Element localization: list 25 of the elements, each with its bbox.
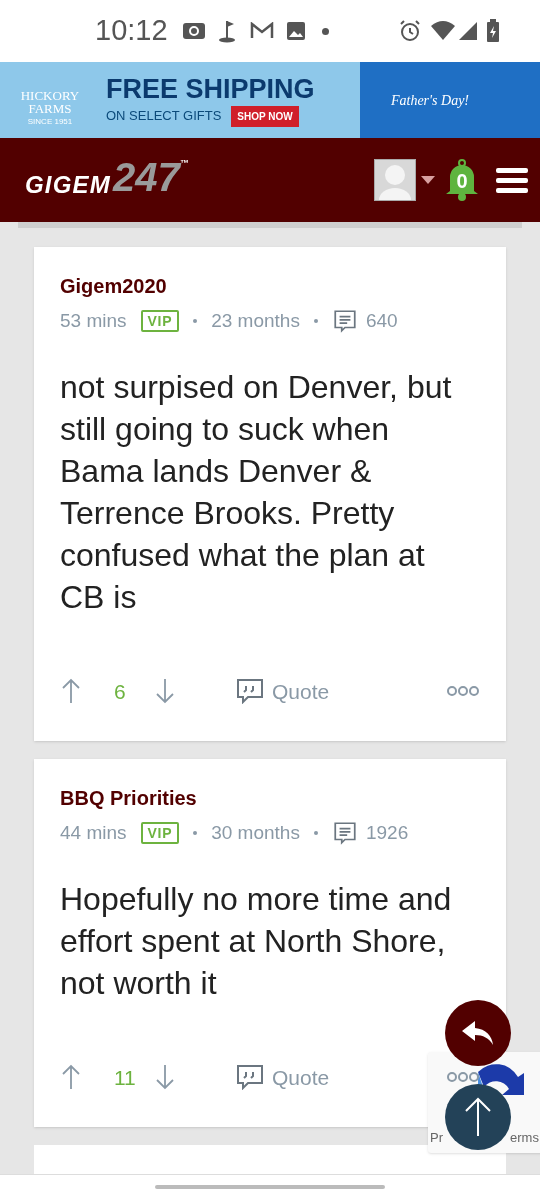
member-tenure: 30 months (211, 821, 300, 845)
brand-since: SINCE 1951 (27, 116, 73, 126)
vote-count: 6 (114, 678, 127, 705)
ad-occasion: Father's Day! (390, 91, 469, 110)
recaptcha-privacy-link[interactable]: Pr (430, 1127, 443, 1147)
author-name[interactable]: Gigem2020 (60, 273, 480, 299)
recaptcha-terms-link[interactable]: erms (510, 1127, 539, 1147)
ad-headline: FREE SHIPPING (106, 73, 316, 104)
member-tenure: 23 months (211, 309, 300, 333)
vote-count: 11 (114, 1064, 137, 1091)
ad-subline: ON SELECT GIFTS (106, 107, 222, 126)
clock: 10:12 (95, 13, 168, 49)
shop-now-button[interactable]: SHOP NOW (231, 105, 299, 127)
brand-name: HICKORY FARMS (19, 88, 81, 115)
post-time: 44 mins (60, 821, 127, 845)
post-count: 1926 (365, 821, 409, 845)
vip-badge: VIP (140, 822, 180, 845)
vip-badge: VIP (140, 310, 180, 333)
ad-banner[interactable]: HICKORY FARMS SINCE 1951 FREE SHIPPING ON SELECT GIFTS SHOP NOW Father's Day! (0, 62, 540, 138)
author-name[interactable]: BBQ Priorities (60, 785, 480, 811)
site-logo[interactable]: GIGEM247™ (25, 157, 189, 203)
post-body: not surpised on Denver, but still going to suck when Bama lands Denver & Terrence Brooks. Pretty confused what the plan at CB is (60, 367, 452, 617)
post-body: Hopefully no more time and effort spent at North Shore, not worth it (60, 879, 452, 1003)
post-time: 53 mins (60, 309, 127, 333)
post-count: 640 (365, 309, 398, 333)
